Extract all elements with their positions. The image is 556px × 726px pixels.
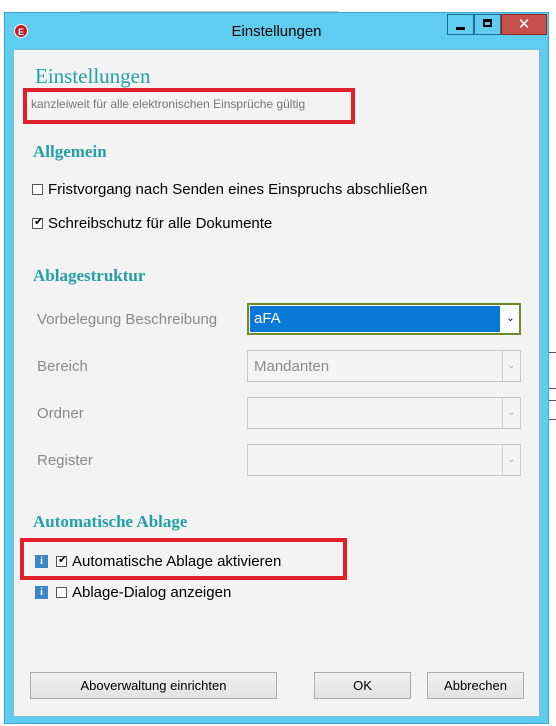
chevron-down-icon[interactable]: ⌄: [502, 351, 520, 381]
ordner-label: Ordner: [37, 405, 84, 422]
section-heading-automatische-ablage: Automatische Ablage: [33, 512, 188, 531]
fristvorgang-checkbox-row[interactable]: Fristvorgang nach Senden eines Einspruch…: [32, 181, 427, 198]
fristvorgang-checkbox[interactable]: [32, 184, 43, 195]
chevron-down-icon[interactable]: ⌄: [502, 398, 520, 428]
register-label: Register: [37, 452, 93, 469]
vorbelegung-value: aFA: [254, 310, 281, 327]
vorbelegung-label: Vorbelegung Beschreibung: [37, 311, 218, 328]
bereich-value: Mandanten: [254, 358, 330, 375]
bereich-dropdown[interactable]: Mandanten ⌄: [247, 350, 521, 382]
info-icon[interactable]: i: [35, 586, 48, 599]
register-dropdown[interactable]: ⌄: [247, 444, 521, 476]
schreibschutz-checkbox[interactable]: ✔: [32, 216, 44, 229]
checkmark-icon: ✔: [34, 216, 44, 228]
section-heading-allgemein: Allgemein: [33, 142, 107, 161]
maximize-button[interactable]: [474, 14, 501, 35]
schreibschutz-checkbox-row[interactable]: ✔ Schreibschutz für alle Dokumente: [32, 215, 272, 232]
ordner-dropdown[interactable]: ⌄: [247, 397, 521, 429]
minimize-button[interactable]: [447, 14, 474, 35]
background-window-edge: [548, 352, 556, 353]
close-icon: ✕: [517, 16, 531, 33]
close-button[interactable]: ✕: [501, 14, 547, 35]
section-heading-ablagestruktur: Ablagestruktur: [33, 266, 146, 285]
ok-button[interactable]: OK: [314, 672, 411, 699]
fristvorgang-label: Fristvorgang nach Senden eines Einspruch…: [48, 181, 428, 198]
selected-value-highlight: [250, 306, 500, 332]
minimize-icon: [456, 27, 465, 30]
vorbelegung-dropdown[interactable]: aFA ⌄: [247, 303, 521, 335]
page-title: Einstellungen: [35, 64, 151, 88]
maximize-icon: [483, 19, 492, 27]
abbrechen-button[interactable]: Abbrechen: [427, 672, 524, 699]
ablage-dialog-row[interactable]: i Ablage-Dialog anzeigen: [35, 584, 231, 601]
ablage-dialog-label: Ablage-Dialog anzeigen: [72, 584, 232, 601]
highlight-box-automatische-ablage: [20, 538, 347, 580]
highlight-box-subtitle: [23, 88, 355, 124]
background-window-edge: [548, 388, 556, 389]
chevron-down-icon[interactable]: ⌄: [502, 445, 520, 475]
ablage-dialog-checkbox[interactable]: [56, 587, 67, 598]
schreibschutz-label: Schreibschutz für alle Dokumente: [48, 215, 273, 232]
chevron-down-icon[interactable]: ⌄: [502, 305, 519, 333]
title-bar[interactable]: E Einstellungen ✕: [5, 13, 548, 49]
background-window-edge: [548, 400, 556, 401]
bereich-label: Bereich: [37, 358, 88, 375]
background-window-edge: [548, 419, 556, 420]
aboverwaltung-button[interactable]: Aboverwaltung einrichten: [30, 672, 277, 699]
